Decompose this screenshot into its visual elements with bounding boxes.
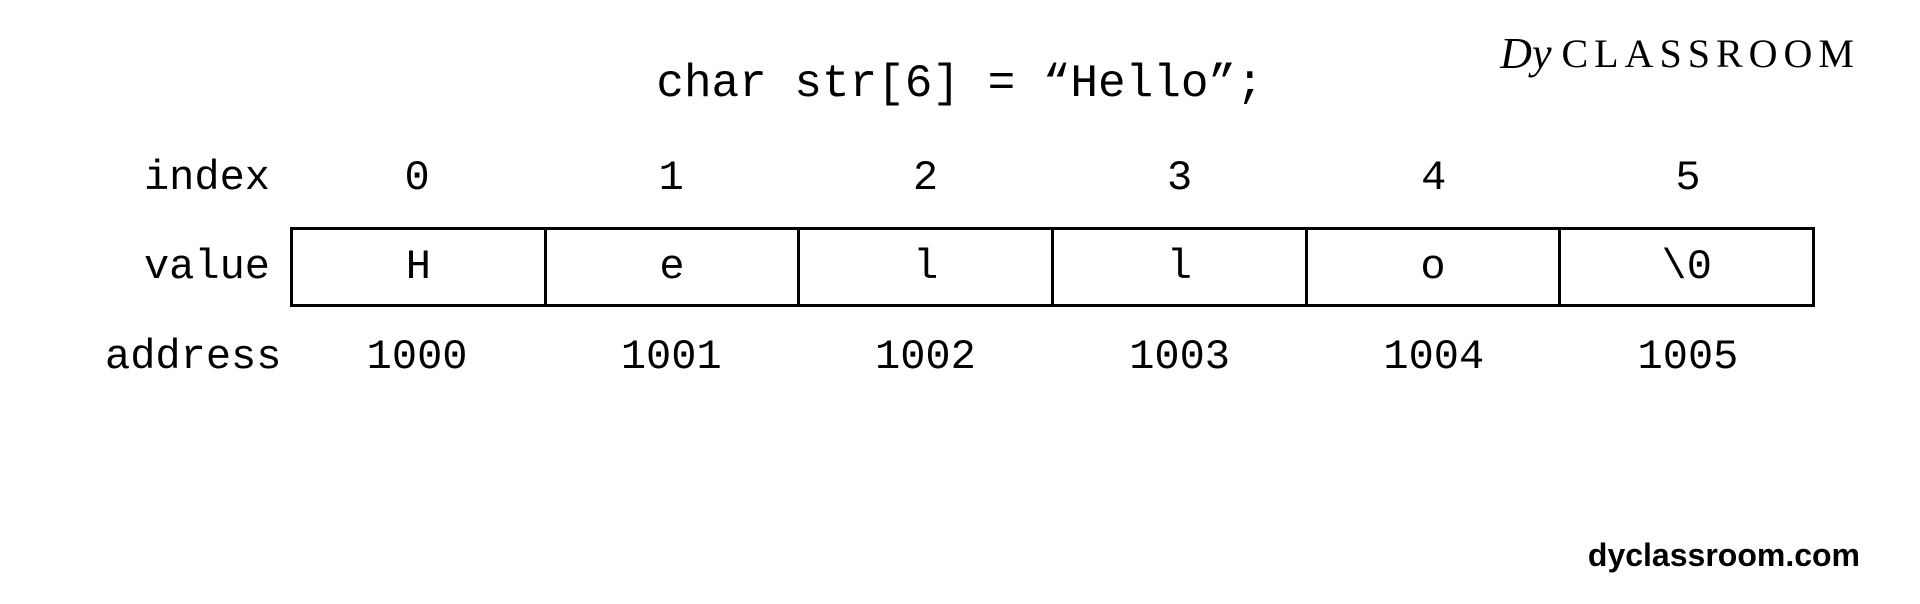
address-cell: 1005 bbox=[1561, 317, 1815, 397]
value-cell: \0 bbox=[1558, 227, 1815, 307]
value-row: value H e l l o \0 bbox=[105, 227, 1815, 307]
value-cell: H bbox=[290, 227, 544, 307]
index-label: index bbox=[105, 154, 290, 202]
value-label: value bbox=[105, 243, 290, 291]
brand-watermark: Dy CLASSROOM bbox=[1500, 28, 1860, 79]
value-cell: e bbox=[544, 227, 798, 307]
index-row: index 0 1 2 3 4 5 bbox=[105, 150, 1815, 205]
value-cell: o bbox=[1305, 227, 1559, 307]
address-cell: 1003 bbox=[1053, 317, 1307, 397]
address-cell: 1002 bbox=[798, 317, 1052, 397]
index-cell: 2 bbox=[798, 138, 1052, 218]
address-label: address bbox=[105, 333, 290, 381]
value-cell: l bbox=[797, 227, 1051, 307]
site-url: dyclassroom.com bbox=[1588, 537, 1860, 574]
index-cell: 0 bbox=[290, 138, 544, 218]
code-declaration: char str[6] = “Hello”; bbox=[656, 58, 1263, 110]
value-cell: l bbox=[1051, 227, 1305, 307]
index-cell: 4 bbox=[1307, 138, 1561, 218]
address-cell: 1000 bbox=[290, 317, 544, 397]
address-cell: 1001 bbox=[544, 317, 798, 397]
index-cell: 1 bbox=[544, 138, 798, 218]
address-row: address 1000 1001 1002 1003 1004 1005 bbox=[105, 329, 1815, 384]
array-diagram: index 0 1 2 3 4 5 value H e l l o \0 add… bbox=[105, 150, 1815, 406]
address-cell: 1004 bbox=[1307, 317, 1561, 397]
index-cell: 3 bbox=[1053, 138, 1307, 218]
brand-text: CLASSROOM bbox=[1561, 30, 1860, 77]
brand-logo-icon: Dy bbox=[1500, 28, 1551, 79]
index-cell: 5 bbox=[1561, 138, 1815, 218]
